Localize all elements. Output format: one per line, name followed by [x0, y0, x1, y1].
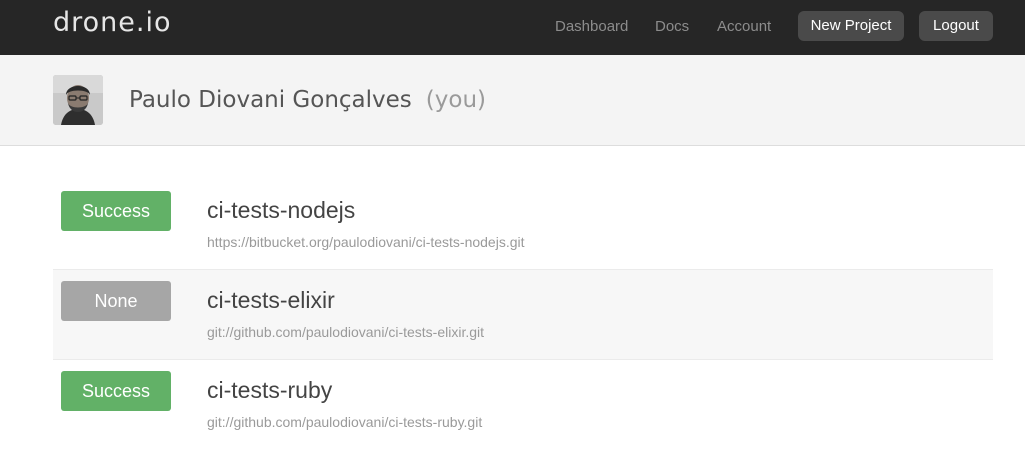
status-badge[interactable]: Success	[61, 371, 171, 411]
repo-name[interactable]: ci-tests-elixir	[207, 286, 335, 314]
nav-link-dashboard[interactable]: Dashboard	[555, 18, 628, 36]
repo-url: https://bitbucket.org/paulodiovani/ci-te…	[207, 234, 525, 250]
profile-you-label: (you)	[425, 87, 487, 113]
avatar-image	[53, 75, 103, 125]
repo-name[interactable]: ci-tests-ruby	[207, 376, 332, 404]
new-project-button[interactable]: New Project	[798, 11, 904, 41]
repo-url: git://github.com/paulodiovani/ci-tests-e…	[207, 324, 485, 340]
status-badge[interactable]: None	[61, 281, 171, 321]
repo-row: Success ci-tests-nodejs https://bitbucke…	[53, 180, 993, 270]
nav-link-docs[interactable]: Docs	[655, 18, 689, 36]
avatar	[53, 75, 103, 125]
drone-logo[interactable]: drone.io	[53, 6, 172, 40]
repo-row: Success ci-tests-ruby git://github.com/p…	[53, 360, 993, 450]
repo-row: None ci-tests-elixir git://github.com/pa…	[53, 270, 993, 360]
profile-header: Paulo Diovani Gonçalves (you)	[0, 55, 1025, 146]
profile-name: Paulo Diovani Gonçalves	[129, 87, 412, 113]
nav-link-account[interactable]: Account	[717, 18, 771, 36]
top-navbar: drone.io Dashboard Docs Account New Proj…	[0, 0, 1025, 55]
profile-name-line: Paulo Diovani Gonçalves (you)	[129, 86, 486, 114]
status-badge[interactable]: Success	[61, 191, 171, 231]
logout-button[interactable]: Logout	[919, 11, 993, 41]
repo-list: Success ci-tests-nodejs https://bitbucke…	[53, 180, 993, 450]
repo-name[interactable]: ci-tests-nodejs	[207, 196, 355, 224]
repo-url: git://github.com/paulodiovani/ci-tests-r…	[207, 414, 483, 430]
